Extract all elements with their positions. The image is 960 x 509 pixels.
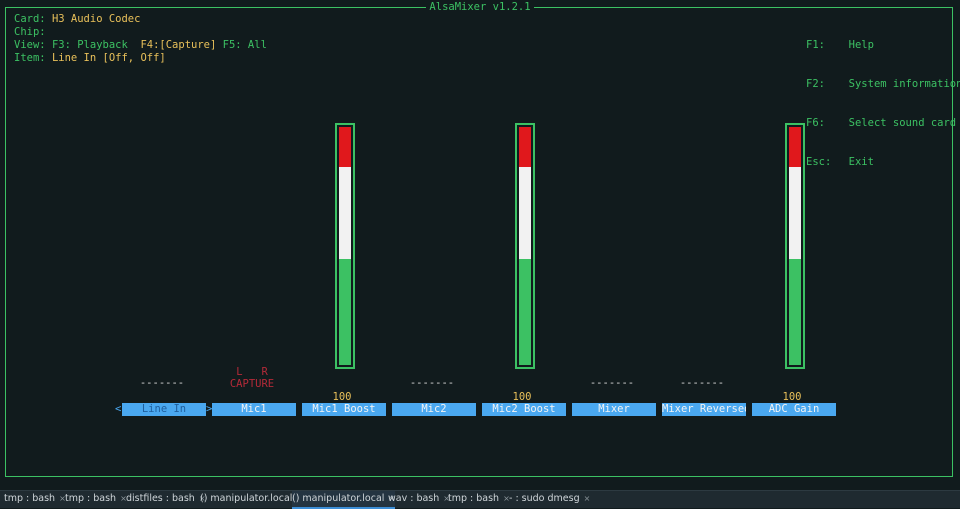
chip-label: Chip: — [14, 26, 46, 38]
app-title: AlsaMixer v1.2.1 — [0, 0, 960, 14]
tab-label: distfiles : bash — [126, 493, 195, 504]
line-in-dashes: ------- — [139, 377, 185, 389]
item-value: Line In [Off, Off] — [51, 52, 166, 64]
mic1-capture-label[interactable]: CAPTURE — [210, 378, 294, 390]
view-playback[interactable]: F3: Playback — [52, 39, 128, 51]
channel-line-in[interactable]: Line In — [122, 403, 206, 416]
card-label: Card: — [14, 13, 46, 25]
terminal-tab-active[interactable]: () manipulator.local × — [292, 491, 396, 509]
help-f1[interactable]: F1: Help — [806, 39, 960, 52]
item-line: Item: Line In [Off, Off] — [14, 52, 166, 65]
left-arrow-icon: < — [115, 403, 122, 415]
view-line: View: F3: Playback F4:[Capture] F5: All — [14, 39, 267, 52]
help-esc[interactable]: Esc: Exit — [806, 156, 960, 169]
help-text: Help — [848, 39, 874, 51]
view-capture[interactable]: F4:[Capture] — [140, 39, 216, 51]
mixer-dashes: ------- — [589, 377, 635, 389]
channel-mixer-reversed[interactable]: Mixer Reversed — [662, 403, 746, 416]
mixer-reversed-dashes: ------- — [679, 377, 725, 389]
help-f2[interactable]: F2: System information — [806, 78, 960, 91]
terminal-tab[interactable]: tmp : bash × — [65, 491, 127, 507]
tab-label: () manipulator.local — [200, 493, 293, 504]
mic1-boost-value: 100 — [332, 391, 352, 403]
tab-label: wav : bash — [388, 493, 440, 504]
meter-red-segment — [789, 127, 801, 167]
help-key: Esc: — [806, 156, 832, 168]
tab-label: - : sudo dmesg — [509, 493, 580, 504]
close-icon[interactable]: × — [584, 494, 591, 503]
meter-red-segment — [339, 127, 351, 167]
terminal-tab[interactable]: wav : bash × — [388, 491, 450, 507]
tab-label: () manipulator.local — [292, 493, 385, 504]
meter-red-segment — [519, 127, 531, 167]
terminal-tab[interactable]: () manipulator.local× — [200, 491, 303, 507]
help-text: Select sound card — [848, 117, 957, 129]
help-text: System information — [848, 78, 960, 90]
channel-mic2[interactable]: Mic2 — [392, 403, 476, 416]
help-f6[interactable]: F6: Select sound card — [806, 117, 960, 130]
mic2-boost-value: 100 — [512, 391, 532, 403]
terminal-tab[interactable]: - : sudo dmesg × — [509, 491, 590, 507]
meter-white-segment — [339, 167, 351, 259]
tab-label: tmp : bash — [65, 493, 117, 504]
help-key: F2: — [806, 78, 825, 90]
tab-label: tmp : bash — [448, 493, 500, 504]
item-label: Item: — [14, 52, 46, 64]
terminal-tab[interactable]: tmp : bash × — [4, 491, 66, 507]
help-panel: F1: Help F2: System information F6: Sele… — [806, 13, 960, 182]
meter-green-segment — [519, 259, 531, 365]
meter-green-segment — [789, 259, 801, 365]
channel-adc-gain[interactable]: ADC Gain — [752, 403, 836, 416]
card-line: Card: H3 Audio Codec — [14, 13, 140, 26]
help-key: F6: — [806, 117, 825, 129]
terminal-tab-bar: tmp : bash × tmp : bash × distfiles : bash… — [0, 490, 960, 509]
meter-mic1-boost[interactable] — [335, 123, 355, 369]
meter-green-segment — [339, 259, 351, 365]
channel-mixer[interactable]: Mixer — [572, 403, 656, 416]
view-label: View: — [14, 39, 46, 51]
mic1-lr-label: L R — [236, 366, 268, 378]
meter-white-segment — [519, 167, 531, 259]
terminal-tab[interactable]: distfiles : bash × — [126, 491, 206, 507]
terminal-tab[interactable]: tmp : bash × — [448, 491, 510, 507]
card-value: H3 Audio Codec — [51, 13, 141, 25]
tab-label: tmp : bash — [4, 493, 56, 504]
help-key: F1: — [806, 39, 825, 51]
channel-mic1[interactable]: Mic1 — [212, 403, 296, 416]
meter-mic2-boost[interactable] — [515, 123, 535, 369]
meter-white-segment — [789, 167, 801, 259]
view-all[interactable]: F5: All — [223, 39, 267, 51]
adc-gain-value: 100 — [782, 391, 802, 403]
help-text: Exit — [848, 156, 874, 168]
meter-adc-gain[interactable] — [785, 123, 805, 369]
channel-mic2-boost[interactable]: Mic2 Boost — [482, 403, 566, 416]
channel-mic1-boost[interactable]: Mic1 Boost — [302, 403, 386, 416]
chip-line: Chip: — [14, 26, 52, 39]
app-title-text: AlsaMixer v1.2.1 — [426, 1, 534, 13]
mic2-dashes: ------- — [409, 377, 455, 389]
